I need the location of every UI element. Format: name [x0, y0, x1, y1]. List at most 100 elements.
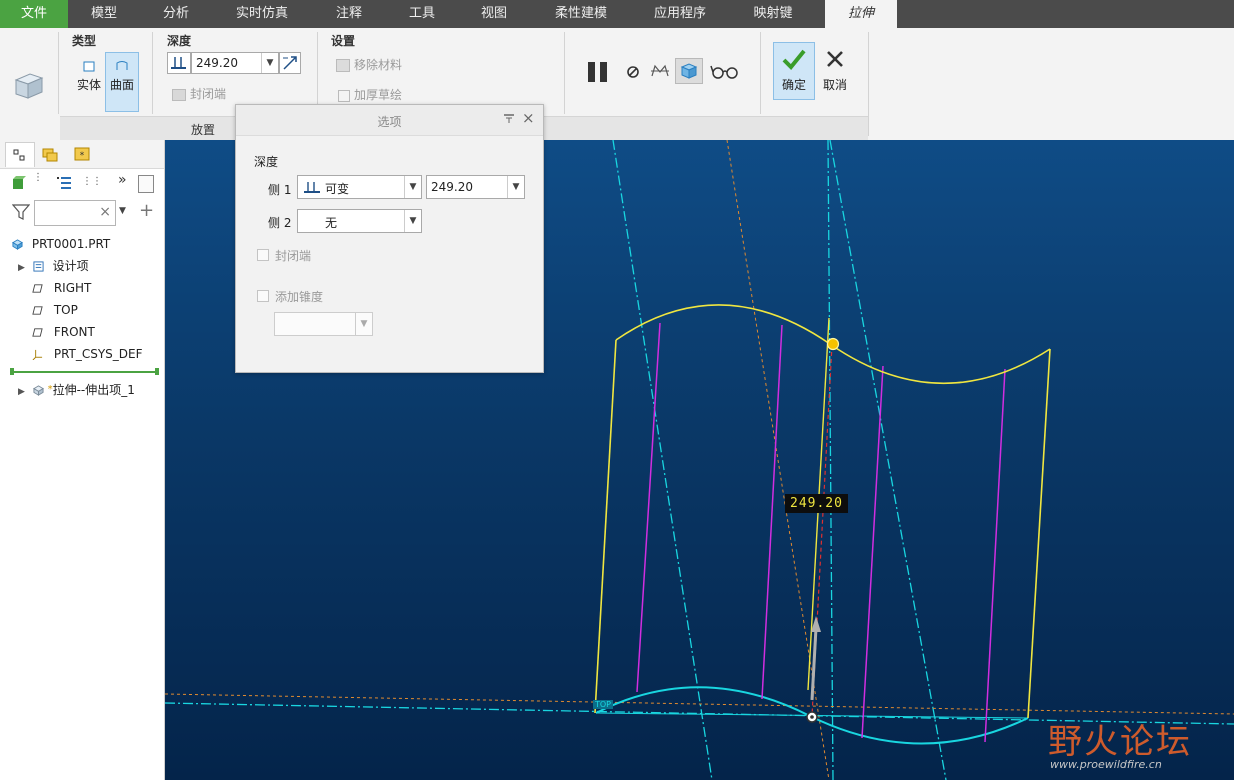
folder-icon — [42, 148, 58, 162]
solid-type-button[interactable]: 实体 — [72, 52, 106, 112]
insert-here-marker — [12, 371, 158, 373]
separate-preview-button[interactable] — [649, 60, 671, 82]
tree-item-front-plane[interactable]: FRONT — [32, 321, 95, 343]
close-icon — [827, 51, 843, 67]
tab-tools[interactable]: 工具 — [386, 0, 458, 28]
settings-group-title: 设置 — [331, 34, 356, 48]
tab-applications[interactable]: 应用程序 — [632, 0, 728, 28]
surface-type-button[interactable]: 曲面 — [105, 52, 139, 112]
tab-annotate[interactable]: 注释 — [312, 0, 386, 28]
depth-type-button[interactable] — [167, 52, 191, 74]
clear-search-icon[interactable]: × — [99, 204, 111, 220]
no-preview-icon — [627, 66, 639, 78]
separate-preview-icon — [651, 64, 669, 77]
tab-extrude[interactable]: 拉伸 — [825, 0, 897, 28]
checkmark-icon — [782, 49, 806, 70]
options-dialog: 选项 × 深度 侧 1 可变 ▼ 249.20 ▼ 侧 2 无 ▼ 封闭端 添加… — [235, 104, 544, 373]
show-cube-icon[interactable] — [12, 176, 26, 190]
options-dialog-titlebar[interactable]: 选项 × — [236, 105, 543, 136]
document-icon[interactable] — [138, 175, 154, 193]
solid-label: 实体 — [76, 78, 101, 92]
add-icon[interactable]: + — [139, 200, 154, 221]
blind-depth-icon — [171, 57, 186, 69]
tab-flexible-modeling[interactable]: 柔性建模 — [530, 0, 632, 28]
chevron-down-icon[interactable]: ▼ — [261, 53, 278, 73]
tab-view[interactable]: 视图 — [458, 0, 530, 28]
datum-plane-edge — [829, 140, 947, 780]
pause-button[interactable] — [586, 60, 610, 84]
chevron-down-icon[interactable]: ▼ — [507, 176, 524, 198]
tree-item-csys[interactable]: PRT_CSYS_DEF — [32, 343, 143, 365]
thicken-sketch-button: 加厚草绘 — [338, 86, 402, 103]
placement-tab[interactable]: 放置 — [191, 121, 215, 138]
depth-drag-handle[interactable] — [826, 337, 840, 351]
more-chevron-icon[interactable]: » — [118, 172, 127, 188]
tree-item-extrude[interactable]: ▶ *拉伸--伸出项_1 — [18, 379, 135, 401]
cancel-button[interactable]: 取消 — [815, 42, 855, 100]
grip-icon[interactable]: ⋮⋮ — [82, 176, 102, 190]
surface-isoline — [636, 322, 661, 693]
tab-mapkeys[interactable]: 映射键 — [728, 0, 818, 28]
depth-value-combo[interactable]: 249.20 ▼ — [191, 52, 279, 74]
menu-dots-icon[interactable]: ⋮ — [33, 173, 43, 190]
tab-file[interactable]: 文件 — [0, 0, 68, 28]
surface-isoline — [984, 368, 1006, 743]
datum-plane-edge — [827, 140, 834, 780]
depth-group-title: 深度 — [167, 34, 192, 48]
plane-tag: TOP — [593, 700, 614, 709]
close-ends-checkbox[interactable] — [257, 249, 269, 261]
tab-live-simulation[interactable]: 实时仿真 — [212, 0, 312, 28]
chevron-down-icon[interactable]: ▼ — [404, 176, 421, 198]
tree-item-right-plane[interactable]: RIGHT — [32, 277, 91, 299]
model-tree-icon — [13, 149, 25, 161]
confirm-button[interactable]: 确定 — [773, 42, 815, 100]
folder-browser-tab[interactable] — [40, 144, 60, 164]
datum-plane-icon — [32, 284, 43, 293]
side1-depth-value-combo[interactable]: 249.20 ▼ — [426, 175, 525, 199]
filter-icon[interactable] — [11, 204, 31, 220]
side1-depth-type-select[interactable]: 可变 ▼ — [297, 175, 422, 199]
add-taper-label: 添加锥度 — [275, 290, 324, 304]
side1-depth-value: 249.20 — [431, 180, 473, 194]
add-taper-checkbox[interactable] — [257, 290, 269, 302]
close-ends-ribbon-button: 封闭端 — [172, 85, 226, 102]
tree-root-item[interactable]: PRT0001.PRT — [12, 233, 110, 255]
part-icon — [12, 239, 23, 250]
chevron-down-icon[interactable]: ▼ — [404, 210, 421, 232]
surface-isoline — [861, 365, 884, 739]
taper-angle-combo: ▼ — [274, 312, 373, 336]
watermark-url: www.proewildfire.cn — [1050, 758, 1162, 771]
verify-preview-button[interactable] — [675, 58, 703, 84]
preview-glasses-button[interactable] — [710, 62, 740, 80]
pin-icon[interactable] — [502, 111, 516, 125]
no-preview-button[interactable] — [625, 64, 641, 80]
chevron-down-icon: ▼ — [355, 313, 372, 335]
tab-analysis[interactable]: 分析 — [140, 0, 212, 28]
depth-section-label: 深度 — [254, 155, 279, 169]
surface-side-edge — [594, 339, 617, 714]
side2-label: 侧 2 — [268, 216, 292, 230]
tree-settings-icon[interactable] — [56, 175, 72, 191]
direction-arrow — [810, 627, 818, 701]
filter-dropdown-icon[interactable]: ▼ — [119, 206, 126, 216]
side2-depth-type-select[interactable]: 无 ▼ — [297, 209, 422, 233]
ribbon-tab-bar: 文件 模型 分析 实时仿真 注释 工具 视图 柔性建模 应用程序 映射键 拉伸 — [0, 0, 1234, 28]
remove-material-button: 移除材料 — [336, 56, 402, 73]
close-icon[interactable]: × — [522, 109, 535, 127]
expand-arrow-icon[interactable]: ▶ — [18, 387, 25, 397]
model-tree-tab[interactable] — [5, 142, 35, 167]
flip-direction-button[interactable] — [279, 52, 301, 74]
tree-item-design-items[interactable]: ▶ 设计项 — [18, 255, 89, 277]
depth-dimension-label[interactable]: 249.20 — [785, 494, 848, 513]
expand-arrow-icon[interactable]: ▶ — [18, 263, 25, 273]
blind-depth-icon — [304, 182, 320, 193]
thicken-sketch-checkbox — [338, 89, 350, 102]
favorites-tab[interactable]: * — [72, 144, 92, 164]
insert-marker-cap — [10, 368, 14, 375]
tab-model[interactable]: 模型 — [68, 0, 140, 28]
svg-text:*: * — [80, 151, 85, 161]
design-items-icon — [33, 261, 44, 272]
tree-search-input[interactable]: × — [34, 200, 116, 226]
datum-plane-icon — [32, 328, 43, 337]
tree-item-top-plane[interactable]: TOP — [32, 299, 78, 321]
